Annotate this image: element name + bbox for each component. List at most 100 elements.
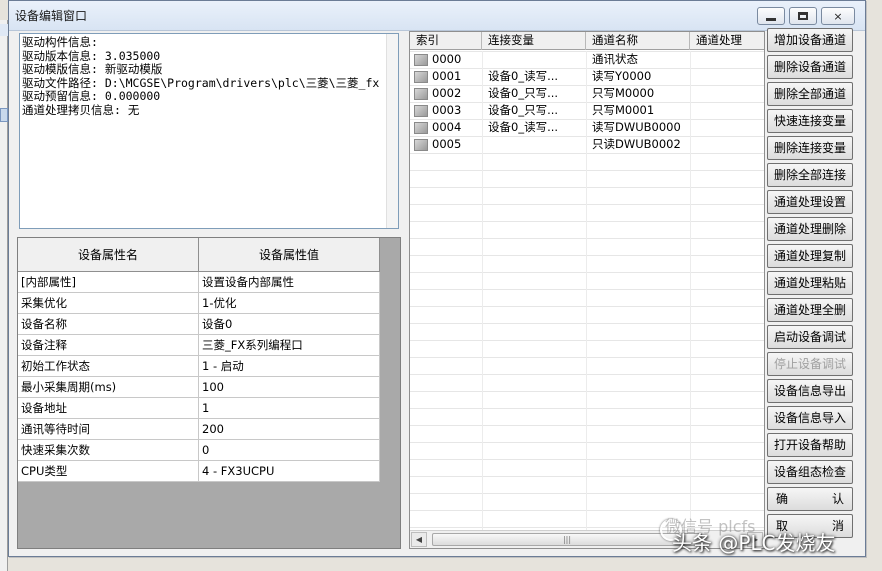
property-row[interactable]: 初始工作状态 1 - 启动 (18, 356, 380, 377)
channel-name: 只写M0000 (592, 86, 655, 100)
property-value[interactable]: 0 (199, 440, 380, 460)
property-row[interactable]: [内部属性] 设置设备内部属性 (18, 272, 380, 293)
property-name: 采集优化 (18, 293, 199, 313)
check-device-config-button[interactable]: 设备组态检查 (767, 460, 853, 484)
property-value[interactable]: 1 (199, 398, 380, 418)
stop-device-debug-button[interactable]: 停止设备调试 (767, 352, 853, 376)
delete-connect-var-button[interactable]: 删除连接变量 (767, 136, 853, 160)
property-value[interactable]: 100 (199, 377, 380, 397)
channel-row[interactable]: 0002 设备0_只写... 只写M0000 (410, 85, 764, 102)
channel-variable: 设备0_读写... (488, 69, 559, 83)
property-row[interactable]: 快速采集次数 0 (18, 440, 380, 461)
start-device-debug-button[interactable]: 启动设备调试 (767, 325, 853, 349)
channel-proc-delete-all-button[interactable]: 通道处理全删 (767, 298, 853, 322)
channel-row[interactable]: 0005 只读DWUB0002 (410, 136, 764, 153)
property-row[interactable]: CPU类型 4 - FX3UCPU (18, 461, 380, 482)
channel-process (690, 119, 764, 136)
channel-name: 通讯状态 (592, 52, 638, 66)
channel-name: 只写M0001 (592, 103, 655, 117)
channel-index: 0003 (432, 103, 462, 117)
close-button[interactable]: × (821, 7, 855, 25)
channel-proc-settings-button[interactable]: 通道处理设置 (767, 190, 853, 214)
device-edit-window: 设备编辑窗口 × 驱动构件信息: 驱动版本信息: 3.035000 驱动模版信息: … (8, 0, 866, 557)
channel-index-cell: 0003 (410, 102, 482, 119)
property-name: 最小采集周期(ms) (18, 377, 199, 397)
property-name: [内部属性] (18, 272, 199, 292)
channel-index: 0000 (432, 52, 462, 66)
channel-index: 0002 (432, 86, 462, 100)
delete-all-channels-button[interactable]: 删除全部通道 (767, 82, 853, 106)
open-device-help-button[interactable]: 打开设备帮助 (767, 433, 853, 457)
channel-name: 读写Y0000 (592, 69, 652, 83)
property-value-header[interactable]: 设备属性值 (199, 238, 380, 272)
minimize-icon (766, 17, 776, 21)
driver-info-textarea[interactable]: 驱动构件信息: 驱动版本信息: 3.035000 驱动模版信息: 新驱动模版 驱动文件… (19, 33, 399, 229)
property-value[interactable]: 1-优化 (199, 293, 380, 313)
property-row[interactable]: 设备注释 三菱_FX系列编程口 (18, 335, 380, 356)
channel-row-icon (414, 104, 428, 117)
column-header-variable[interactable]: 连接变量 (482, 32, 586, 50)
quick-connect-var-button[interactable]: 快速连接变量 (767, 109, 853, 133)
property-value[interactable]: 4 - FX3UCPU (199, 461, 380, 481)
property-grid-header: 设备属性名 设备属性值 (18, 238, 380, 272)
property-row[interactable]: 采集优化 1-优化 (18, 293, 380, 314)
close-icon: × (833, 9, 843, 23)
property-rows: [内部属性] 设置设备内部属性 采集优化 1-优化 设备名称 设备0 设备注释 三菱_FX系列… (18, 272, 380, 482)
column-header-index[interactable]: 索引 (410, 32, 482, 50)
property-value[interactable]: 设置设备内部属性 (199, 272, 380, 292)
scroll-left-icon[interactable]: ◀ (411, 532, 427, 547)
channel-index: 0004 (432, 120, 462, 134)
property-value[interactable]: 设备0 (199, 314, 380, 334)
delete-all-connections-button[interactable]: 删除全部连接 (767, 163, 853, 187)
channel-process (690, 51, 764, 68)
channel-list: 索引 连接变量 通道名称 通道处理 0000 通讯状态 0001 设备0_读写... 读写Y0… (409, 31, 765, 549)
import-device-info-button[interactable]: 设备信息导入 (767, 406, 853, 430)
channel-row[interactable]: 0004 设备0_读写... 读写DWUB0000 (410, 119, 764, 136)
property-name-header[interactable]: 设备属性名 (18, 238, 199, 272)
property-name: 通讯等待时间 (18, 419, 199, 439)
channel-row-icon (414, 70, 428, 83)
channel-row-icon (414, 138, 428, 151)
channel-process (690, 68, 764, 85)
property-value[interactable]: 三菱_FX系列编程口 (199, 335, 380, 355)
property-row[interactable]: 设备地址 1 (18, 398, 380, 419)
channel-proc-paste-button[interactable]: 通道处理粘贴 (767, 271, 853, 295)
channel-variable: 设备0_读写... (488, 120, 559, 134)
channel-proc-delete-button[interactable]: 通道处理删除 (767, 217, 853, 241)
column-header-channel[interactable]: 通道名称 (586, 32, 690, 50)
info-line: 驱动版本信息: 3.035000 (22, 48, 161, 63)
device-property-grid: 设备属性名 设备属性值 [内部属性] 设置设备内部属性 采集优化 1-优化 设备名称 设备… (17, 237, 401, 549)
minimize-button[interactable] (757, 7, 785, 25)
property-value[interactable]: 200 (199, 419, 380, 439)
property-row[interactable]: 最小采集周期(ms) 100 (18, 377, 380, 398)
channel-proc-copy-button[interactable]: 通道处理复制 (767, 244, 853, 268)
channel-index-cell: 0005 (410, 136, 482, 153)
info-scrollbar[interactable] (386, 34, 398, 228)
channel-process (690, 136, 764, 153)
property-row[interactable]: 设备名称 设备0 (18, 314, 380, 335)
column-header-process[interactable]: 通道处理 (690, 32, 764, 50)
channel-index-cell: 0002 (410, 85, 482, 102)
info-line: 驱动预留信息: 0.000000 (22, 89, 161, 103)
channel-row[interactable]: 0001 设备0_读写... 读写Y0000 (410, 68, 764, 85)
maximize-button[interactable] (789, 7, 817, 25)
info-line: 驱动模版信息: 新驱动模版 (22, 62, 163, 76)
info-line: 通道处理拷贝信息: 无 (22, 102, 140, 117)
delete-channel-button[interactable]: 删除设备通道 (767, 55, 853, 79)
window-title: 设备编辑窗口 (15, 9, 88, 23)
channel-name: 读写DWUB0000 (592, 120, 681, 134)
channel-name: 只读DWUB0002 (592, 137, 681, 151)
property-row[interactable]: 通讯等待时间 200 (18, 419, 380, 440)
add-channel-button[interactable]: 增加设备通道 (767, 28, 853, 52)
background-window-edge (0, 20, 8, 571)
channel-row-icon (414, 121, 428, 134)
channel-index-cell: 0004 (410, 119, 482, 136)
maximize-icon (798, 12, 808, 20)
property-value[interactable]: 1 - 启动 (199, 356, 380, 376)
title-bar[interactable]: 设备编辑窗口 × (9, 1, 865, 31)
confirm-button[interactable]: 确认 (767, 487, 853, 511)
channel-row[interactable]: 0000 通讯状态 (410, 51, 764, 68)
export-device-info-button[interactable]: 设备信息导出 (767, 379, 853, 403)
channel-row-icon (414, 87, 428, 100)
channel-row[interactable]: 0003 设备0_只写... 只写M0001 (410, 102, 764, 119)
